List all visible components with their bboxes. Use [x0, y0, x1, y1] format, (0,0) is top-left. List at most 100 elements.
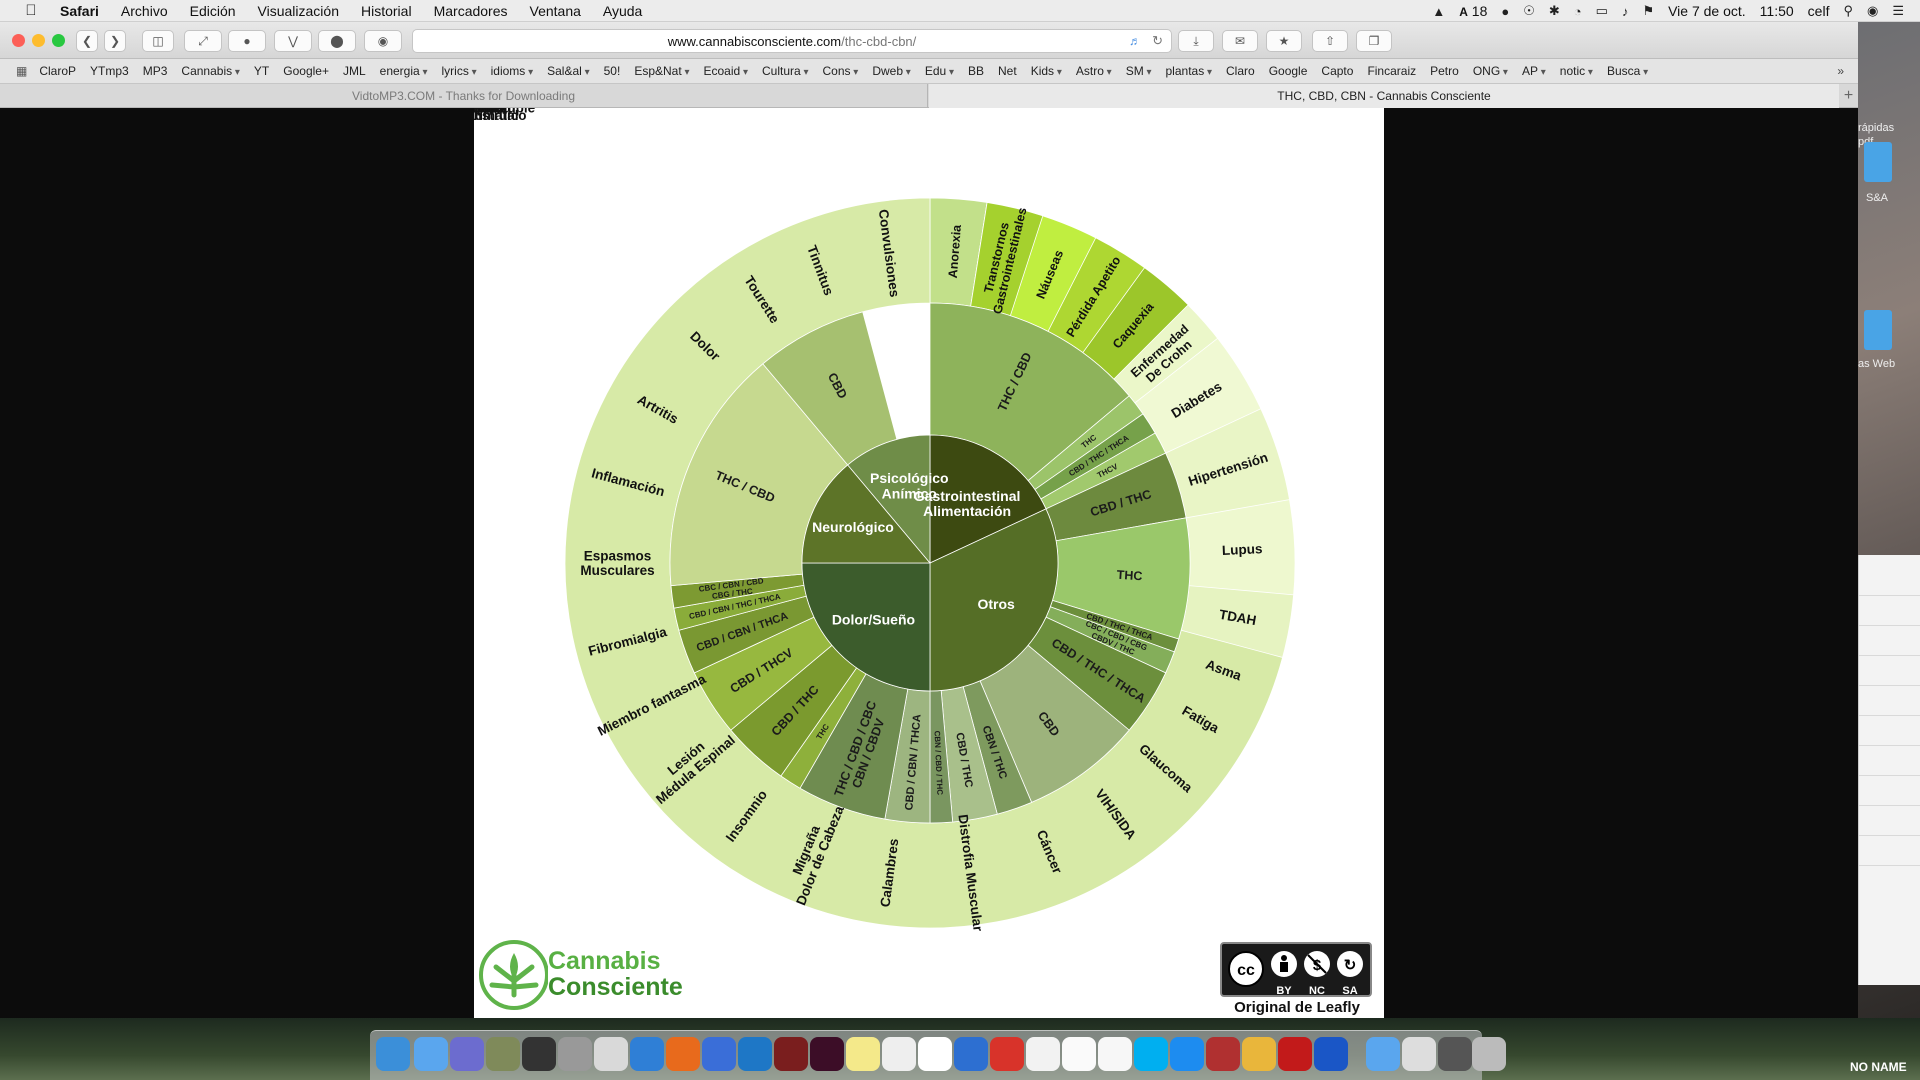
- extension-bulb-icon[interactable]: ●: [228, 30, 266, 52]
- bookmark-item[interactable]: Cultura: [762, 64, 809, 78]
- menu-archivo[interactable]: Archivo: [121, 3, 168, 19]
- apps-grid-icon[interactable]: ▦: [16, 64, 27, 78]
- dashboard-dock-icon[interactable]: [522, 1037, 556, 1071]
- more-bookmarks-icon[interactable]: »: [1837, 64, 1844, 78]
- textedit-dock-icon[interactable]: [882, 1037, 916, 1071]
- bookmark-item[interactable]: YTmp3: [90, 64, 129, 78]
- spotlight-icon[interactable]: ⚲: [1843, 3, 1853, 19]
- bluetooth-icon[interactable]: ✱: [1549, 3, 1560, 19]
- menu-historial[interactable]: Historial: [361, 3, 412, 19]
- bookmark-item[interactable]: plantas: [1166, 64, 1213, 78]
- indesign-dock-icon[interactable]: [810, 1037, 844, 1071]
- skype-dock-icon[interactable]: [1134, 1037, 1168, 1071]
- bookmark-item[interactable]: AP: [1522, 64, 1546, 78]
- bookmark-item[interactable]: ClaroP: [39, 64, 76, 78]
- bookmark-item[interactable]: energia: [380, 64, 428, 78]
- share-icon[interactable]: ⇧: [1312, 30, 1348, 52]
- bookmark-item[interactable]: idioms: [491, 64, 534, 78]
- audio-dock-icon[interactable]: [702, 1037, 736, 1071]
- desktop-folder-label[interactable]: as Web: [1858, 358, 1895, 370]
- fullscreen-icon[interactable]: ⤢: [184, 30, 222, 52]
- creative-commons-badge[interactable]: cc $ ↻ BY NC SA Original de Leafly: [1217, 942, 1377, 1016]
- menu-marcadores[interactable]: Marcadores: [434, 3, 508, 19]
- bookmark-item[interactable]: Capto: [1321, 64, 1353, 78]
- menu-app-name[interactable]: Safari: [60, 3, 99, 19]
- bookmark-item[interactable]: Ecoaid: [703, 64, 748, 78]
- extension-text-icon[interactable]: ⋁: [274, 30, 312, 52]
- bookmark-item[interactable]: Claro: [1226, 64, 1255, 78]
- bookmark-item[interactable]: Sal&al: [547, 64, 590, 78]
- app-store-dock-icon[interactable]: [1170, 1037, 1204, 1071]
- tab-cannabis-consciente[interactable]: THC, CBD, CBN - Cannabis Consciente: [929, 84, 1839, 108]
- zoom-window-button[interactable]: [52, 34, 65, 47]
- trash-icon[interactable]: [1472, 1037, 1506, 1071]
- dictionary-dock-icon[interactable]: [774, 1037, 808, 1071]
- sidebar-icon[interactable]: ◫: [142, 30, 174, 52]
- menu-visualizacion[interactable]: Visualización: [258, 3, 339, 19]
- reload-icon[interactable]: ↻: [1152, 33, 1163, 49]
- extension-ghost-icon[interactable]: ◉: [364, 30, 402, 52]
- desktop-file-label[interactable]: rápidas: [1858, 122, 1894, 134]
- cannabis-consciente-logo[interactable]: Cannabis Consciente: [478, 933, 708, 1015]
- sync-icon[interactable]: ●: [1501, 4, 1509, 19]
- bookmark-item[interactable]: Google+: [283, 64, 329, 78]
- bookmark-item[interactable]: Cannabis: [181, 64, 240, 78]
- app-dock-icon[interactable]: [486, 1037, 520, 1071]
- bookmark-item[interactable]: Astro: [1076, 64, 1112, 78]
- calendar-dock-icon[interactable]: [1062, 1037, 1096, 1071]
- documents-dock-icon[interactable]: [1438, 1037, 1472, 1071]
- bookmark-item[interactable]: Dweb: [872, 64, 911, 78]
- bookmark-item[interactable]: Cons: [823, 64, 859, 78]
- side-window-panel[interactable]: [1858, 555, 1920, 985]
- volume-icon[interactable]: ♪: [1622, 4, 1629, 19]
- bookmark-item[interactable]: Kids: [1031, 64, 1062, 78]
- keynote-dock-icon[interactable]: [954, 1037, 988, 1071]
- bookmark-item[interactable]: YT: [254, 64, 269, 78]
- folder-dock-icon[interactable]: [1366, 1037, 1400, 1071]
- bookmark-item[interactable]: Busca: [1607, 64, 1648, 78]
- safari-compass-dock-icon[interactable]: [630, 1037, 664, 1071]
- forward-icon[interactable]: ❯: [104, 30, 126, 52]
- stickies-dock-icon[interactable]: [1026, 1037, 1060, 1071]
- desktop-folder-label[interactable]: S&A: [1866, 192, 1888, 204]
- clock-time[interactable]: 11:50: [1760, 3, 1794, 19]
- new-tab-button[interactable]: +: [1839, 84, 1858, 108]
- music-folder-dock-icon[interactable]: [1402, 1037, 1436, 1071]
- flag-icon[interactable]: ⚑: [1642, 3, 1654, 19]
- siri-dock-icon[interactable]: [450, 1037, 484, 1071]
- app-blue-dock-icon[interactable]: [1314, 1037, 1348, 1071]
- user-name[interactable]: celf: [1808, 3, 1830, 19]
- bookmark-item[interactable]: MP3: [143, 64, 168, 78]
- airdrop-icon[interactable]: ▲: [1432, 4, 1445, 19]
- bookmark-item[interactable]: Esp&Nat: [634, 64, 689, 78]
- photos-dock-icon[interactable]: [1242, 1037, 1276, 1071]
- apple-menu-icon[interactable]: : [20, 2, 42, 19]
- bookmark-item[interactable]: Petro: [1430, 64, 1459, 78]
- adobe-cc-icon[interactable]: A 18: [1459, 3, 1487, 19]
- photo-booth-dock-icon[interactable]: [1206, 1037, 1240, 1071]
- notification-center-icon[interactable]: ☰: [1892, 3, 1904, 19]
- accessibility-icon[interactable]: ☉: [1523, 3, 1535, 19]
- airplay-icon[interactable]: ▭: [1596, 3, 1608, 19]
- siri-icon[interactable]: ◉: [1867, 3, 1878, 19]
- minimize-window-button[interactable]: [32, 34, 45, 47]
- bookmark-item[interactable]: lyrics: [441, 64, 476, 78]
- safari-dock-icon[interactable]: [376, 1037, 410, 1071]
- bookmark-item[interactable]: Fincaraiz: [1367, 64, 1416, 78]
- wifi-icon[interactable]: ◔: [1574, 4, 1582, 19]
- address-bar[interactable]: www.cannabisconsciente.com/thc-cbd-cbn/ …: [412, 29, 1172, 53]
- adblock-icon[interactable]: ⬤: [318, 30, 356, 52]
- bookmark-item[interactable]: 50!: [604, 64, 621, 78]
- mail-icon[interactable]: ✉: [1222, 30, 1258, 52]
- quicktime-dock-icon[interactable]: [738, 1037, 772, 1071]
- close-window-button[interactable]: [12, 34, 25, 47]
- preview-dock-icon[interactable]: [594, 1037, 628, 1071]
- bookmark-item[interactable]: notic: [1560, 64, 1593, 78]
- folder-icon[interactable]: [1864, 310, 1892, 350]
- bookmark-item[interactable]: Net: [998, 64, 1017, 78]
- bookmark-item[interactable]: Edu: [925, 64, 954, 78]
- tab-vidtomp3[interactable]: VidtoMP3.COM - Thanks for Downloading: [0, 84, 928, 108]
- folder-icon[interactable]: [1864, 142, 1892, 182]
- firefox-dock-icon[interactable]: [666, 1037, 700, 1071]
- notes-dock-icon[interactable]: [846, 1037, 880, 1071]
